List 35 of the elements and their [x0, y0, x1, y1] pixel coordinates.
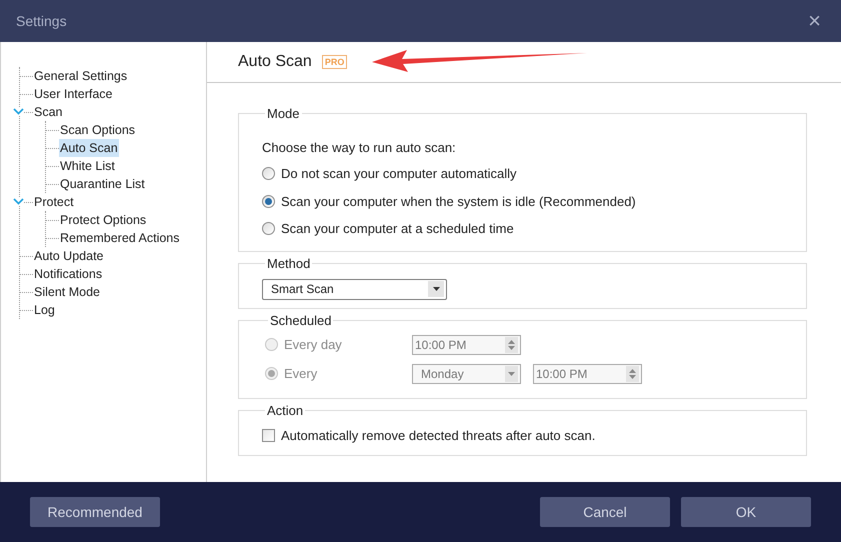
group-legend: Scheduled	[268, 311, 334, 330]
chevron-down-icon[interactable]	[13, 108, 24, 115]
tree-item[interactable]: Protect	[33, 192, 75, 212]
close-button[interactable]: ×	[804, 10, 825, 32]
tree-item[interactable]: Auto Update	[33, 246, 104, 266]
tree-item[interactable]: Scan	[33, 102, 64, 122]
recommended-button[interactable]: Recommended	[30, 497, 160, 527]
group-legend: Method	[265, 254, 312, 274]
mode-prompt: Choose the way to run auto scan:	[262, 138, 457, 157]
window-title: Settings	[16, 12, 67, 31]
tree-item[interactable]: Silent Mode	[33, 282, 102, 302]
spin-arrows-icon[interactable]	[626, 366, 639, 382]
cancel-button[interactable]: Cancel	[540, 497, 670, 527]
tree-item[interactable]: User Interface	[33, 84, 114, 104]
tree-item[interactable]: General Settings	[33, 66, 128, 86]
group-legend: Mode	[265, 104, 302, 124]
group-legend: Action	[265, 401, 306, 420]
ok-button[interactable]: OK	[681, 497, 811, 527]
tree-item[interactable]: Auto Scan	[59, 138, 119, 158]
tree-item[interactable]: Remembered Actions	[59, 228, 181, 248]
page-title: Auto Scan	[238, 52, 312, 72]
mode-radio[interactable]: Scan your computer at a scheduled time	[262, 219, 514, 238]
auto-remove-checkbox[interactable]: Automatically remove detected threats after auto scan.	[262, 426, 596, 445]
tree-item[interactable]: Log	[33, 300, 56, 320]
chevron-down-icon[interactable]	[13, 198, 24, 205]
mode-radio[interactable]: Do not scan your computer automatically	[262, 164, 517, 184]
tree-item[interactable]: Quarantine List	[59, 174, 146, 194]
mode-radio[interactable]: Scan your computer when the system is idle (Recommended)	[262, 192, 636, 211]
tree-item[interactable]: Notifications	[33, 264, 104, 284]
tree-item[interactable]: White List	[59, 156, 116, 176]
pro-badge: PRO	[322, 55, 348, 69]
tree-item[interactable]: Protect Options	[59, 210, 148, 230]
spin-arrows-icon[interactable]	[505, 336, 518, 352]
method-dropdown[interactable]: Smart Scan	[262, 278, 447, 300]
tree-item[interactable]: Scan Options	[59, 120, 136, 140]
